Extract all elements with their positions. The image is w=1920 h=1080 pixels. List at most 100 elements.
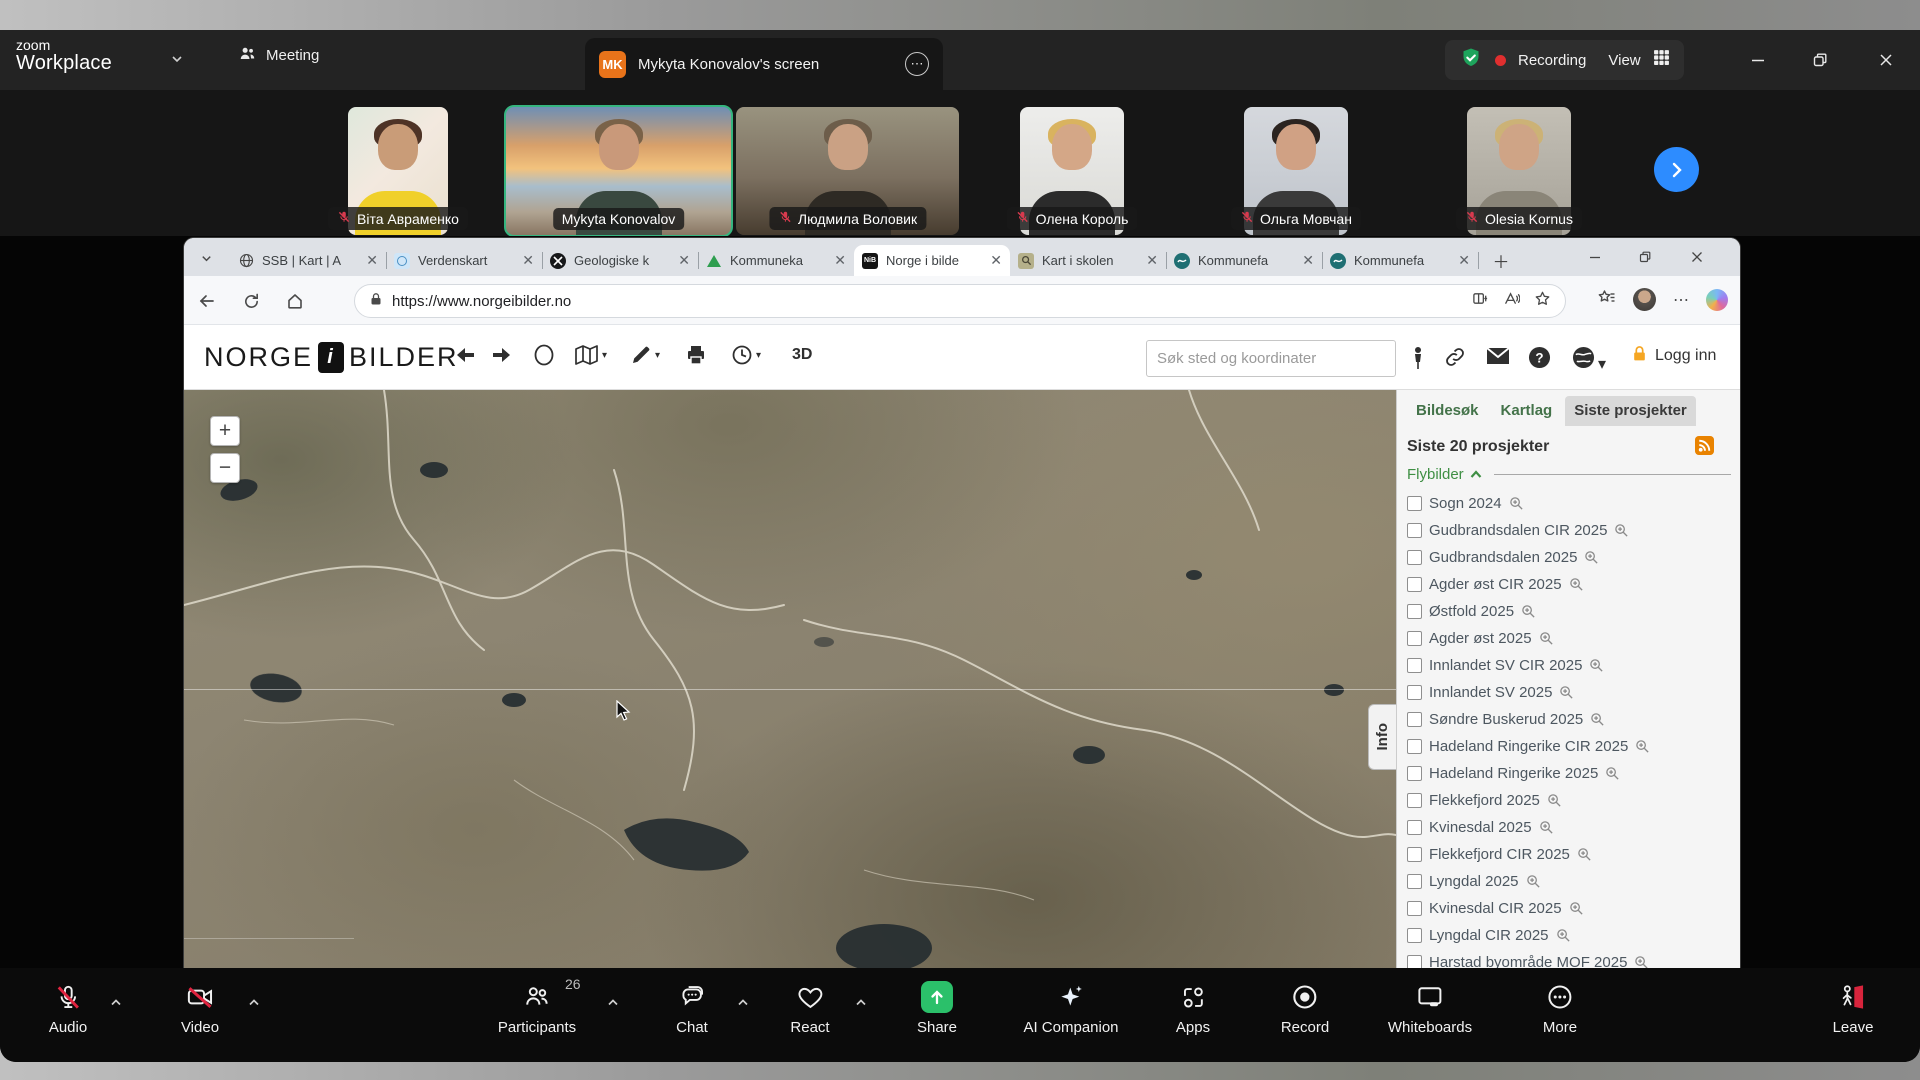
project-checkbox[interactable]	[1407, 712, 1422, 727]
tab-search-chevron-icon[interactable]	[192, 245, 220, 271]
project-checkbox[interactable]	[1407, 739, 1422, 754]
zoom-to-project-icon[interactable]	[1614, 523, 1629, 538]
project-checkbox[interactable]	[1407, 496, 1422, 511]
participant-video[interactable]: Ольга Мовчан	[1244, 107, 1348, 235]
browser-tab[interactable]: Geologiske k ✕	[542, 245, 698, 276]
project-checkbox[interactable]	[1407, 523, 1422, 538]
zoom-to-project-icon[interactable]	[1605, 766, 1620, 781]
tab-options-icon[interactable]: ⋯	[905, 52, 929, 76]
browser-tab[interactable]: Kart i skolen ✕	[1010, 245, 1166, 276]
project-checkbox[interactable]	[1407, 685, 1422, 700]
close-button[interactable]	[1866, 44, 1906, 76]
browser-tab[interactable]: SSB | Kart | A ✕	[230, 245, 386, 276]
project-checkbox[interactable]	[1407, 766, 1422, 781]
zoom-to-project-icon[interactable]	[1634, 955, 1649, 968]
browser-minimize-button[interactable]	[1574, 242, 1616, 272]
home-icon[interactable]	[282, 288, 308, 314]
project-checkbox[interactable]	[1407, 928, 1422, 943]
basemap-icon[interactable]: ▾	[574, 343, 607, 367]
copilot-icon[interactable]	[1706, 289, 1728, 311]
zoom-to-project-icon[interactable]	[1577, 847, 1592, 862]
zoom-to-project-icon[interactable]	[1547, 793, 1562, 808]
leave-button[interactable]: Leave	[1833, 982, 1874, 1036]
audio-options-chevron[interactable]	[110, 994, 122, 1012]
zoom-out-button[interactable]: −	[210, 453, 240, 483]
tab-close-icon[interactable]: ✕	[1146, 252, 1158, 269]
zoom-to-project-icon[interactable]	[1569, 577, 1584, 592]
zoom-to-project-icon[interactable]	[1589, 658, 1604, 673]
norgeibilder-logo[interactable]: NORGE i BILDER	[204, 342, 459, 373]
browser-close-button[interactable]	[1676, 242, 1718, 272]
zoom-to-project-icon[interactable]	[1509, 496, 1524, 511]
favorites-list-icon[interactable]	[1598, 288, 1616, 311]
view-button[interactable]: View	[1608, 52, 1640, 69]
restore-button[interactable]	[1800, 44, 1840, 76]
zoom-to-project-icon[interactable]	[1539, 631, 1554, 646]
zoom-in-button[interactable]: +	[210, 416, 240, 446]
more-button[interactable]: More	[1543, 982, 1577, 1036]
security-shield-icon[interactable]	[1459, 46, 1483, 75]
participant-video[interactable]: Людмила Воловик	[736, 107, 959, 235]
project-checkbox[interactable]	[1407, 874, 1422, 889]
search-input[interactable]	[1146, 340, 1396, 377]
video-options-chevron[interactable]	[248, 994, 260, 1012]
tab-close-icon[interactable]: ✕	[1302, 252, 1314, 269]
profile-avatar[interactable]	[1633, 288, 1656, 311]
draw-tool-icon[interactable]: ▾	[629, 343, 660, 367]
chat-options-chevron[interactable]	[737, 994, 749, 1012]
streetview-pegman-icon[interactable]	[1408, 346, 1428, 375]
zoom-to-project-icon[interactable]	[1556, 928, 1571, 943]
tab-kartlag[interactable]: Kartlag	[1492, 396, 1562, 426]
tab-meeting[interactable]: Meeting	[238, 44, 319, 67]
react-options-chevron[interactable]	[855, 994, 867, 1012]
participant-video[interactable]: Віта Авраменко	[348, 107, 448, 235]
tab-close-icon[interactable]: ✕	[990, 252, 1002, 269]
ai-companion-button[interactable]: AI Companion	[1023, 982, 1118, 1036]
participant-video[interactable]: Олена Король	[1020, 107, 1124, 235]
tab-bildesok[interactable]: Bildesøk	[1407, 396, 1488, 426]
project-checkbox[interactable]	[1407, 631, 1422, 646]
project-checkbox[interactable]	[1407, 577, 1422, 592]
map-canvas[interactable]: + − Info	[184, 390, 1396, 968]
project-checkbox[interactable]	[1407, 955, 1422, 968]
next-participants-button[interactable]	[1654, 147, 1699, 192]
minimize-button[interactable]	[1738, 44, 1778, 76]
record-button[interactable]: Record	[1281, 982, 1329, 1036]
react-button[interactable]: React	[790, 982, 829, 1036]
project-checkbox[interactable]	[1407, 550, 1422, 565]
new-tab-button[interactable]: ＋	[1488, 247, 1514, 273]
project-checkbox[interactable]	[1407, 604, 1422, 619]
tab-close-icon[interactable]: ✕	[366, 252, 378, 269]
chat-button[interactable]: Chat	[676, 982, 708, 1036]
zoom-to-project-icon[interactable]	[1569, 901, 1584, 916]
project-checkbox[interactable]	[1407, 901, 1422, 916]
reload-icon[interactable]	[238, 288, 264, 314]
chevron-down-icon[interactable]	[170, 52, 184, 66]
help-icon[interactable]: ?	[1528, 346, 1551, 374]
extent-circle-icon[interactable]	[532, 343, 556, 367]
history-clock-icon[interactable]: ▾	[730, 343, 761, 367]
participants-options-chevron[interactable]	[607, 994, 619, 1012]
tab-close-icon[interactable]: ✕	[1458, 252, 1470, 269]
language-globe-icon[interactable]: ▾	[1572, 346, 1595, 374]
browser-tab[interactable]: Verdenskart ✕	[386, 245, 542, 276]
split-screen-icon[interactable]	[1472, 290, 1489, 312]
email-icon[interactable]	[1486, 346, 1510, 371]
tab-shared-screen[interactable]: MK Mykyta Konovalov's screen ⋯	[585, 38, 943, 90]
map-back-icon[interactable]	[454, 343, 478, 367]
favorite-star-icon[interactable]	[1534, 290, 1551, 312]
tab-siste-prosjekter[interactable]: Siste prosjekter	[1565, 396, 1696, 426]
zoom-to-project-icon[interactable]	[1526, 874, 1541, 889]
share-button[interactable]: Share	[917, 982, 957, 1036]
participant-video-active-speaker[interactable]: Mykyta Konovalov	[506, 107, 731, 235]
project-checkbox[interactable]	[1407, 847, 1422, 862]
login-button[interactable]: Logg inn	[1631, 345, 1716, 367]
tab-close-icon[interactable]: ✕	[522, 252, 534, 269]
zoom-to-project-icon[interactable]	[1539, 820, 1554, 835]
rss-icon[interactable]	[1695, 436, 1714, 460]
gallery-view-icon[interactable]	[1653, 49, 1670, 71]
back-icon[interactable]	[194, 288, 220, 314]
read-aloud-icon[interactable]	[1503, 290, 1520, 312]
view-3d-button[interactable]: 3D	[792, 346, 812, 364]
tab-close-icon[interactable]: ✕	[678, 252, 690, 269]
